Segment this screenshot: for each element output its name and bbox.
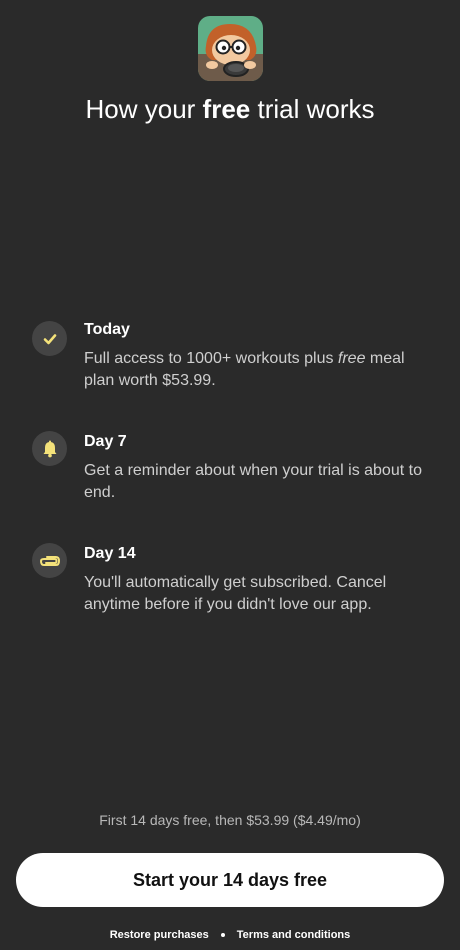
title-text-post: trial works [250, 94, 375, 124]
app-mascot-icon [198, 16, 263, 81]
step-description-pre: Full access to 1000+ workouts plus [84, 350, 338, 367]
pricing-note: First 14 days free, then $53.99 ($4.49/m… [99, 812, 361, 828]
step-title: Day 7 [84, 433, 127, 450]
page-title: How your free trial works [0, 93, 460, 125]
start-trial-button[interactable]: Start your 14 days free [16, 853, 444, 907]
separator-dot [220, 933, 225, 937]
title-text-bold: free [202, 94, 251, 124]
paperclip-icon [32, 543, 67, 578]
terms-link[interactable]: Terms and conditions [237, 929, 350, 941]
step-title: Today [84, 321, 130, 338]
step-description: Full access to 1000+ workouts plus free … [84, 348, 436, 392]
step-title: Day 14 [84, 545, 136, 562]
bell-icon [32, 431, 67, 466]
step-description: Get a reminder about when your trial is … [84, 462, 422, 501]
footer-links: Restore purchases Terms and conditions [0, 929, 460, 941]
restore-purchases-link[interactable]: Restore purchases [110, 929, 209, 941]
check-icon [32, 321, 67, 356]
step-description-em: free [337, 350, 366, 367]
title-text-pre: How your [85, 94, 203, 124]
step-description: You'll automatically get subscribed. Can… [84, 574, 387, 613]
